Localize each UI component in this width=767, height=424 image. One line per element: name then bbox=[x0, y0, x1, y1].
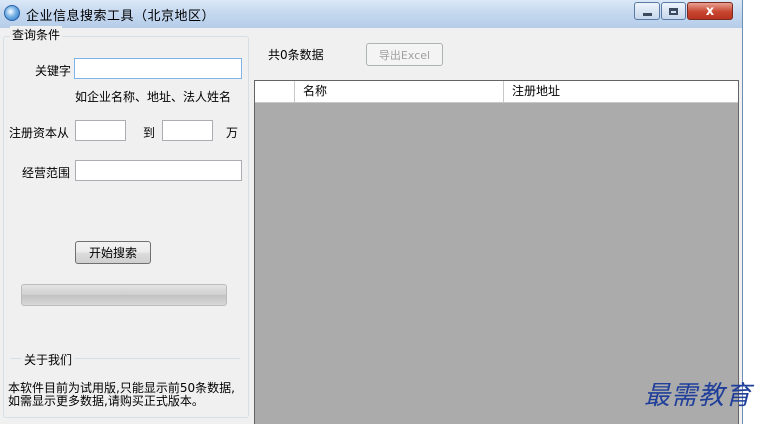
minimize-button[interactable] bbox=[634, 2, 660, 20]
query-group-title: 查询条件 bbox=[10, 26, 63, 43]
capital-to-label: 到 bbox=[143, 126, 156, 140]
watermark: 最需教育 bbox=[644, 381, 753, 411]
window-title: 企业信息搜索工具（北京地区） bbox=[26, 9, 216, 24]
capital-from-input[interactable] bbox=[75, 120, 126, 141]
search-button[interactable]: 开始搜索 bbox=[75, 241, 151, 264]
grid-header: 名称 注册地址 bbox=[255, 81, 738, 103]
capital-unit-label: 万 bbox=[226, 126, 239, 140]
title-bar[interactable]: 企业信息搜索工具（北京地区） x bbox=[0, 0, 742, 28]
app-icon bbox=[4, 5, 20, 21]
search-progress-bar bbox=[21, 284, 227, 306]
capital-to-input[interactable] bbox=[162, 120, 213, 141]
keyword-label: 关键字 bbox=[35, 64, 72, 78]
column-header-address[interactable]: 注册地址 bbox=[504, 81, 738, 102]
about-text: 本软件目前为试用版,只能显示前50条数据,如需显示更多数据,请购买正式版本。 bbox=[8, 381, 235, 408]
search-button-label: 开始搜索 bbox=[88, 246, 137, 260]
app-window: 企业信息搜索工具（北京地区） x 查询条件 关键字 如企业名称、地址、法人姓名 … bbox=[0, 0, 743, 424]
about-title: 关于我们 bbox=[22, 351, 75, 368]
grid-row-header-corner bbox=[255, 81, 295, 102]
maximize-button[interactable] bbox=[661, 2, 686, 20]
column-header-name[interactable]: 名称 bbox=[295, 81, 504, 102]
close-icon: x bbox=[705, 3, 715, 19]
client-area: 查询条件 关键字 如企业名称、地址、法人姓名 注册资本从 到 万 经营范围 开始… bbox=[0, 26, 742, 424]
result-count: 共0条数据 bbox=[268, 48, 324, 62]
export-excel-label: 导出Excel bbox=[378, 48, 431, 62]
scope-input[interactable] bbox=[75, 160, 242, 181]
scope-label: 经营范围 bbox=[22, 166, 71, 180]
keyword-hint: 如企业名称、地址、法人姓名 bbox=[75, 90, 232, 104]
capital-from-label: 注册资本从 bbox=[9, 126, 70, 140]
export-excel-button[interactable]: 导出Excel bbox=[366, 43, 443, 66]
results-grid[interactable]: 名称 注册地址 bbox=[254, 80, 739, 424]
maximize-icon bbox=[669, 7, 678, 15]
minimize-icon bbox=[642, 12, 652, 16]
close-button[interactable]: x bbox=[687, 2, 733, 20]
keyword-input[interactable] bbox=[74, 58, 242, 79]
